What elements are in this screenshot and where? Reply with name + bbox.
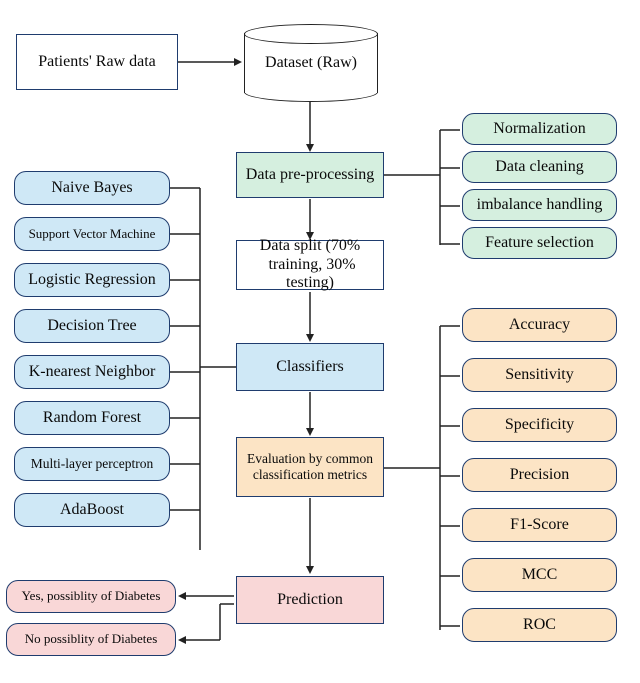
clf-dt: Decision Tree — [14, 309, 170, 343]
label: Logistic Regression — [28, 271, 156, 289]
clf-adaboost: AdaBoost — [14, 493, 170, 527]
label: Normalization — [493, 120, 585, 138]
label: Evaluation by common classification metr… — [243, 451, 377, 482]
prep-step-feature-sel: Feature selection — [462, 227, 617, 259]
metric-roc: ROC — [462, 608, 617, 642]
label: K-nearest Neighbor — [29, 363, 156, 381]
label: Data split (70% training, 30% testing) — [243, 237, 377, 292]
label: No possiblity of Diabetes — [25, 632, 158, 647]
clf-svm: Support Vector Machine — [14, 217, 170, 251]
label: MCC — [522, 566, 558, 584]
label: Dataset (Raw) — [265, 54, 357, 72]
clf-rf: Random Forest — [14, 401, 170, 435]
clf-knn: K-nearest Neighbor — [14, 355, 170, 389]
label: Prediction — [277, 591, 343, 609]
label: imbalance handling — [477, 196, 603, 214]
prep-step-data-cleaning: Data cleaning — [462, 151, 617, 183]
split-box: Data split (70% training, 30% testing) — [236, 240, 384, 290]
label: AdaBoost — [60, 501, 124, 519]
outcome-yes: Yes, possiblity of Diabetes — [6, 580, 176, 613]
label: Sensitivity — [505, 366, 573, 384]
metric-f1: F1-Score — [462, 508, 617, 542]
label: ROC — [523, 616, 556, 634]
label: F1-Score — [510, 516, 569, 534]
label: Classifiers — [276, 358, 344, 376]
preprocessing-box: Data pre-processing — [236, 152, 384, 198]
classifiers-box: Classifiers — [236, 343, 384, 391]
prep-step-normalization: Normalization — [462, 113, 617, 145]
label: Precision — [510, 466, 570, 484]
label: Random Forest — [43, 409, 141, 427]
dataset-cylinder: Dataset (Raw) — [244, 24, 378, 102]
label: Naive Bayes — [51, 179, 132, 197]
metric-specificity: Specificity — [462, 408, 617, 442]
label: Specificity — [505, 416, 574, 434]
outcome-no: No possiblity of Diabetes — [6, 623, 176, 656]
label: Data cleaning — [495, 158, 583, 176]
label: Patients' Raw data — [38, 53, 156, 71]
label: Data pre-processing — [246, 166, 374, 184]
clf-naive-bayes: Naive Bayes — [14, 171, 170, 205]
label: Feature selection — [485, 234, 594, 252]
label: Accuracy — [509, 316, 570, 334]
clf-logreg: Logistic Regression — [14, 263, 170, 297]
label: Yes, possiblity of Diabetes — [22, 589, 161, 604]
label: Decision Tree — [47, 317, 136, 335]
prep-step-imbalance: imbalance handling — [462, 189, 617, 221]
metric-accuracy: Accuracy — [462, 308, 617, 342]
prediction-box: Prediction — [236, 576, 384, 624]
metric-mcc: MCC — [462, 558, 617, 592]
evaluation-box: Evaluation by common classification metr… — [236, 437, 384, 497]
label: Multi-layer perceptron — [31, 456, 154, 472]
metric-precision: Precision — [462, 458, 617, 492]
clf-mlp: Multi-layer perceptron — [14, 447, 170, 481]
label: Support Vector Machine — [29, 227, 156, 242]
input-patients-raw: Patients' Raw data — [16, 34, 178, 90]
metric-sensitivity: Sensitivity — [462, 358, 617, 392]
